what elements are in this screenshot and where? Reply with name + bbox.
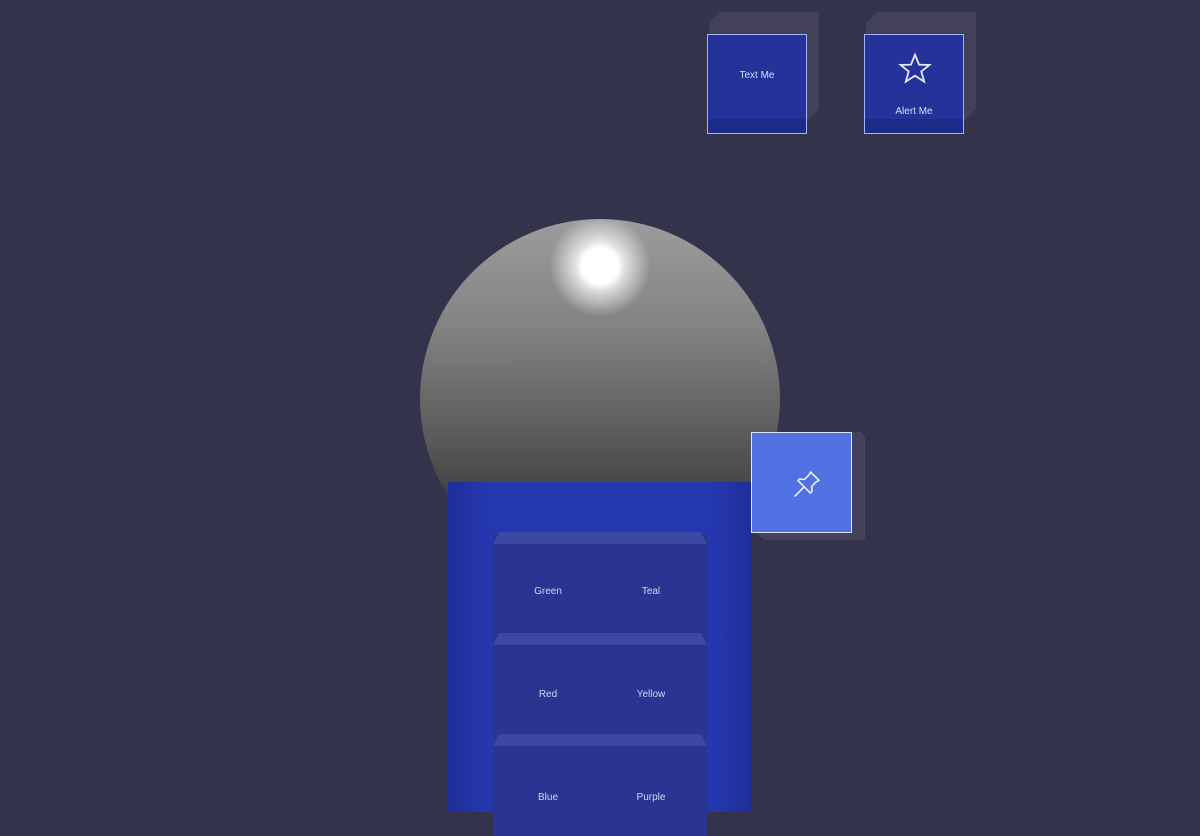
menu-item-yellow[interactable]: Yellow bbox=[611, 689, 691, 700]
text-me-button-face[interactable]: Text Me bbox=[707, 34, 807, 134]
pin-icon bbox=[794, 471, 820, 497]
menu-row-lip bbox=[493, 532, 707, 544]
text-me-button[interactable]: Text Me bbox=[707, 12, 819, 134]
color-menu-panel: Green Teal Red Yellow Blue Purple bbox=[448, 482, 752, 836]
menu-row-lip bbox=[493, 734, 707, 746]
menu-item-teal[interactable]: Teal bbox=[611, 586, 691, 597]
menu-row-2: Red Yellow bbox=[493, 633, 707, 735]
menu-row-1: Green Teal bbox=[493, 532, 707, 634]
alert-me-button-face[interactable]: Alert Me bbox=[864, 34, 964, 134]
menu-item-red[interactable]: Red bbox=[508, 689, 588, 700]
text-me-button-band bbox=[708, 119, 806, 133]
menu-item-green[interactable]: Green bbox=[508, 586, 588, 597]
alert-me-label: Alert Me bbox=[895, 106, 933, 117]
menu-item-blue[interactable]: Blue bbox=[508, 792, 588, 803]
menu-row-lip bbox=[493, 633, 707, 645]
menu-row-3: Blue Purple bbox=[493, 734, 707, 836]
text-me-label: Text Me bbox=[739, 70, 775, 81]
menu-item-purple[interactable]: Purple bbox=[611, 792, 691, 803]
pin-button[interactable] bbox=[751, 432, 865, 540]
alert-me-button[interactable]: Alert Me bbox=[864, 12, 976, 134]
pin-button-face[interactable] bbox=[751, 432, 852, 533]
star-icon bbox=[898, 52, 932, 84]
alert-me-button-band bbox=[865, 119, 963, 133]
